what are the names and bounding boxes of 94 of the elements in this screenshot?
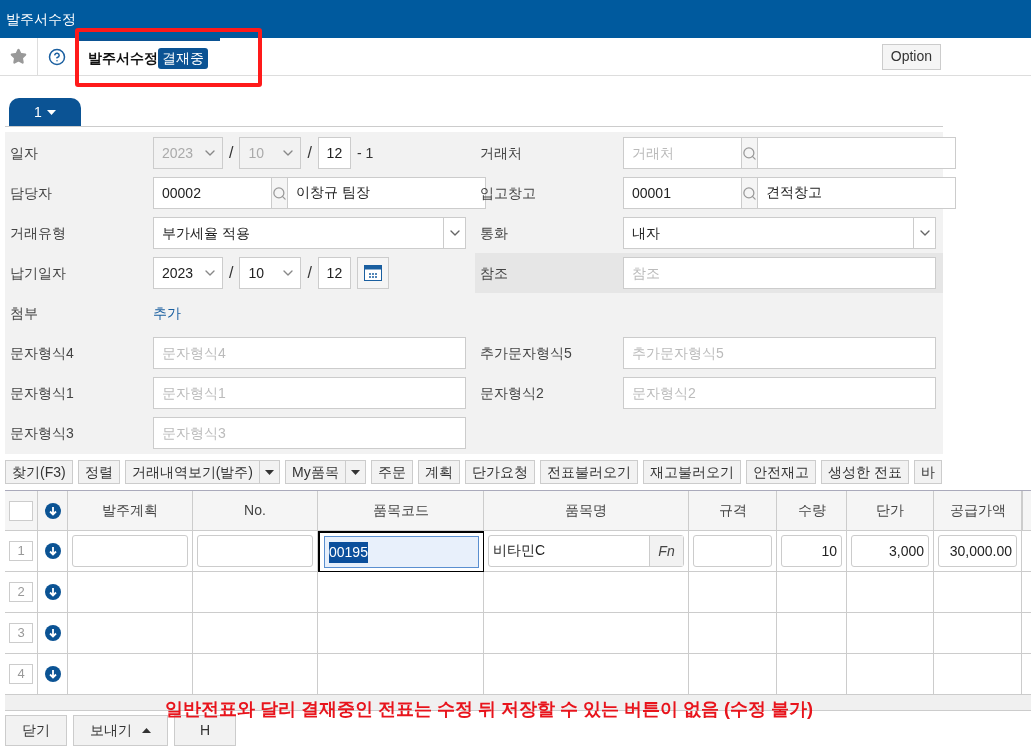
field-label: 첨부 [9, 303, 39, 323]
toolbar-button[interactable]: 바 [913, 460, 942, 484]
unit-price-input[interactable]: 3,000 [851, 535, 929, 567]
code-input[interactable]: 거래처 [623, 137, 742, 169]
quantity-input[interactable]: 10 [781, 535, 842, 567]
tab[interactable]: 1 [9, 98, 81, 126]
caret-icon [46, 109, 56, 115]
text-input[interactable]: 문자형식4 [153, 337, 466, 369]
toolbar-button[interactable]: 안전재고 [745, 460, 816, 484]
column-header: No. [193, 491, 318, 531]
field-label: 참조 [479, 263, 509, 283]
field-label: 문자형식2 [479, 383, 545, 403]
calendar-button[interactable] [356, 257, 389, 289]
help-icon[interactable] [47, 47, 66, 66]
dropup-toggle[interactable] [142, 728, 151, 733]
text-input[interactable]: 추가문자형식5 [623, 337, 936, 369]
status-badge: 결재중 [158, 47, 208, 69]
footer-button[interactable]: 닫기 [5, 715, 67, 746]
field-label: 문자형식1 [9, 383, 75, 403]
field-label: 거래유형 [9, 223, 67, 243]
field-label: 추가문자형식5 [479, 343, 573, 363]
toolbar-button[interactable]: 찾기(F3) [5, 460, 73, 484]
cell-input[interactable] [72, 535, 188, 567]
fn-button[interactable]: Fn [649, 536, 683, 566]
arrow-down-icon[interactable] [44, 502, 61, 519]
text-input[interactable]: 문자형식1 [153, 377, 466, 409]
column-header: 단가 [847, 491, 934, 531]
row-number: 2 [9, 582, 33, 602]
dropdown-select[interactable]: 내자 [623, 217, 936, 249]
search-icon [742, 185, 757, 201]
date-separator: / [229, 263, 234, 283]
text-input[interactable]: 참조 [623, 257, 936, 289]
column-header: 품목코드 [318, 491, 484, 531]
year-select[interactable]: 2023 [153, 257, 223, 289]
option-button[interactable]: Option [881, 43, 941, 70]
toolbar-button[interactable]: 정렬 [77, 460, 120, 484]
select-all-checkbox[interactable] [9, 500, 33, 521]
text-input[interactable]: 문자형식2 [623, 377, 936, 409]
toolbar-button[interactable]: 계획 [417, 460, 460, 484]
month-select[interactable]: 10 [239, 257, 302, 289]
toolbar-button[interactable]: My품목 [285, 460, 366, 484]
toolbar-button[interactable]: 주문 [370, 460, 413, 484]
footer-button[interactable]: 보내기 [73, 715, 168, 746]
caret-icon [350, 469, 360, 475]
column-header: 수량 [777, 491, 847, 531]
search-icon [742, 145, 757, 161]
name-input[interactable] [757, 137, 956, 169]
row-number: 3 [9, 623, 33, 643]
toolbar-button[interactable]: 재고불러오기 [642, 460, 741, 484]
field-label: 문자형식3 [9, 423, 75, 443]
date-separator: / [307, 263, 312, 283]
toolbar-button[interactable]: 거래내역보기(발주) [124, 460, 280, 484]
calendar-icon [363, 265, 382, 281]
caret-icon [265, 469, 274, 475]
column-header: 공급가액 [934, 491, 1022, 531]
toolbar-button[interactable]: 단가요청 [464, 460, 535, 484]
add-link[interactable]: 추가 [153, 302, 181, 324]
row-number: 4 [9, 664, 33, 684]
field-label: 담당자 [9, 183, 53, 203]
field-label: 일자 [9, 143, 39, 163]
date-separator: / [229, 143, 234, 163]
star-icon[interactable] [10, 48, 27, 65]
cell-input[interactable] [693, 535, 772, 567]
name-input[interactable]: 견적창고 [757, 177, 956, 209]
date-suffix: - 1 [356, 143, 374, 163]
grid-cell [777, 613, 847, 654]
field-label: 통화 [479, 223, 509, 243]
field-label: 문자형식4 [9, 343, 75, 363]
search-icon [272, 185, 287, 201]
column-header: 규격 [689, 491, 777, 531]
amount-input[interactable]: 30,000.00 [938, 535, 1017, 567]
toolbar-button[interactable]: 생성한 전표 [820, 460, 909, 484]
day-input[interactable]: 12 [317, 257, 351, 289]
item-code-input[interactable]: 00195 [324, 536, 479, 568]
cell-input[interactable] [197, 535, 313, 567]
page-title: 발주서수정 [88, 48, 158, 68]
column-header: 발주계획 [68, 491, 193, 531]
column-header: 품목명 [484, 491, 689, 531]
caret-icon [142, 728, 151, 733]
text-input[interactable]: 문자형식3 [153, 417, 466, 449]
dropdown-select[interactable]: 부가세율 적용 [153, 217, 466, 249]
date-separator: / [307, 143, 312, 163]
window-title: 발주서수정 [6, 9, 76, 29]
field-label: 거래처 [479, 143, 523, 163]
arrow-down-icon[interactable] [44, 666, 61, 682]
arrow-down-icon[interactable] [44, 625, 61, 641]
arrow-down-icon[interactable] [44, 543, 61, 559]
code-input[interactable]: 00002 [153, 177, 272, 209]
item-name-field[interactable]: 비타민C Fn [488, 535, 684, 567]
code-input[interactable]: 00001 [623, 177, 742, 209]
toolbar-button[interactable]: 전표불러오기 [539, 460, 638, 484]
row-number: 1 [9, 541, 33, 561]
arrow-down-icon[interactable] [44, 584, 61, 600]
field-label: 납기일자 [9, 263, 67, 283]
